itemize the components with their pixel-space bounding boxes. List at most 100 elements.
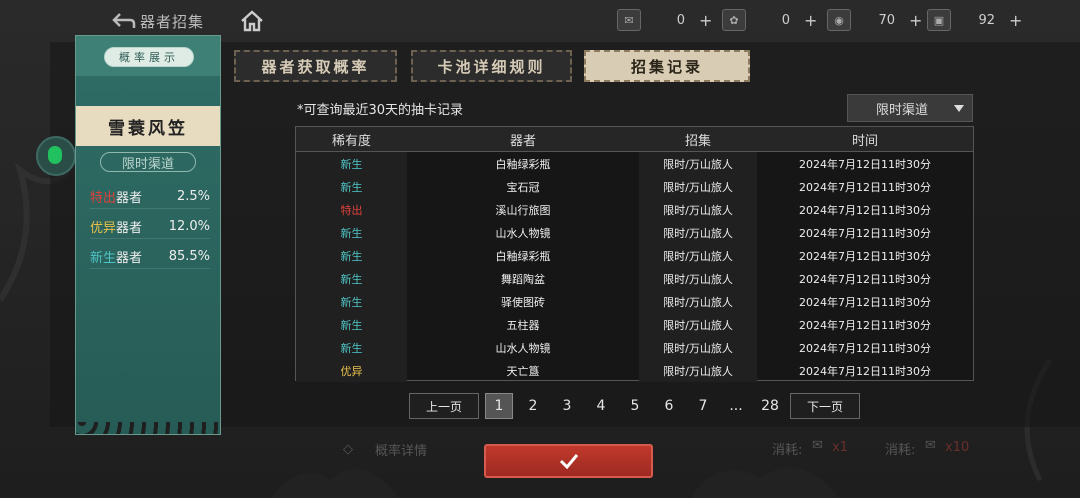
tab-probability[interactable]: 器者获取概率 [234, 50, 397, 82]
coin-icon: ✿ [722, 9, 746, 31]
cell-item: 驿使图砖 [501, 295, 545, 309]
page-1-button[interactable]: 1 [485, 393, 513, 419]
page-6-button[interactable]: 6 [656, 393, 682, 419]
back-arrow-icon [112, 13, 136, 28]
page-3-button[interactable]: 3 [554, 393, 580, 419]
cell-pool: 限时/万山旅人 [639, 221, 757, 244]
rate-row-mid: 优异 器者 12.0% [90, 214, 210, 239]
page-2-button[interactable]: 2 [520, 393, 546, 419]
rate-tier: 特出 [90, 190, 117, 206]
table-row: 新生 五柱器 限时/万山旅人 2024年7月12日11时30分 [296, 313, 973, 336]
rate-tier: 新生 [90, 250, 117, 266]
resource-token: ◉ 70 + [827, 9, 922, 31]
cell-time: 2024年7月12日11时30分 [799, 341, 931, 355]
cell-pool: 限时/万山旅人 [639, 359, 757, 382]
back-button[interactable]: 器者招集 [112, 9, 222, 33]
cell-pool: 限时/万山旅人 [639, 244, 757, 267]
table-row: 新生 白釉绿彩瓶 限时/万山旅人 2024年7月12日11时30分 [296, 244, 973, 267]
add-token-button[interactable]: + [909, 11, 922, 30]
cell-pool: 限时/万山旅人 [639, 152, 757, 175]
rate-row-top: 特出 器者 2.5% [90, 184, 210, 209]
cell-time: 2024年7月12日11时30分 [799, 364, 931, 378]
cell-time: 2024年7月12日11时30分 [799, 226, 931, 240]
add-coin-button[interactable]: + [804, 11, 817, 30]
table-header: 稀有度 器者 招集 时间 [296, 127, 973, 152]
resource-value: 70 [878, 12, 895, 28]
records-table: 稀有度 器者 招集 时间 新生 白釉绿彩瓶 限时/万山旅人 2024年7月12日11时… [295, 126, 974, 382]
table-body: 新生 白釉绿彩瓶 限时/万山旅人 2024年7月12日11时30分 新生 宝石冠 限时/万山… [296, 152, 973, 382]
page-4-button[interactable]: 4 [588, 393, 614, 419]
page-ellipsis: ... [729, 398, 743, 414]
cell-time: 2024年7月12日11时30分 [799, 249, 931, 263]
tab-records[interactable]: 招集记录 [584, 50, 750, 82]
cell-item: 山水人物镜 [495, 226, 551, 240]
cell-item: 天亡簋 [506, 364, 540, 378]
next-page-button[interactable]: 下一页 [790, 393, 860, 419]
rate-pct: 85.5% [168, 248, 210, 264]
table-row: 新生 白釉绿彩瓶 限时/万山旅人 2024年7月12日11时30分 [296, 152, 973, 175]
card-ticket-edge [76, 422, 220, 434]
pool-name: 雪蓑风笠 [76, 106, 220, 146]
cell-item: 白釉绿彩瓶 [495, 249, 551, 263]
table-row: 特出 溪山行旅图 限时/万山旅人 2024年7月12日11时30分 [296, 198, 973, 221]
top-bar: 器者招集 ✉ 0 + ✿ 0 + ◉ 70 + ▣ 92 + [0, 0, 1080, 40]
resource-value: 0 [676, 12, 685, 28]
rate-pct: 2.5% [176, 188, 210, 204]
page-28-button[interactable]: 28 [756, 393, 784, 419]
home-button[interactable] [240, 10, 264, 32]
prev-page-button[interactable]: 上一页 [409, 393, 479, 419]
cell-item: 白釉绿彩瓶 [495, 157, 551, 171]
cell-pool: 限时/万山旅人 [639, 198, 757, 221]
home-icon [241, 10, 263, 32]
ticket-icon-small: ✉ [812, 438, 823, 453]
channel-badge: 限时渠道 [100, 152, 196, 172]
cell-item: 五柱器 [506, 318, 540, 332]
cost-label-single: 消耗: [772, 443, 803, 458]
cost-count-single: x1 [832, 440, 848, 455]
cell-pool: 限时/万山旅人 [639, 313, 757, 336]
cell-item: 溪山行旅图 [495, 203, 551, 217]
add-ticket-button[interactable]: + [699, 11, 712, 30]
side-toggle-icon[interactable] [36, 136, 76, 176]
cell-pool: 限时/万山旅人 [639, 267, 757, 290]
scroll-icon: ▣ [927, 9, 951, 31]
page-5-button[interactable]: 5 [622, 393, 648, 419]
card-tag: 概率展示 [104, 47, 194, 67]
table-row: 新生 舞蹈陶盆 限时/万山旅人 2024年7月12日11时30分 [296, 267, 973, 290]
cell-item: 宝石冠 [506, 180, 540, 194]
table-row: 优异 天亡簋 限时/万山旅人 2024年7月12日11时30分 [296, 359, 973, 382]
header-time: 时间 [851, 133, 878, 149]
cost-count-multi: x10 [945, 440, 970, 455]
cell-rarity: 特出 [296, 198, 407, 221]
cell-rarity: 新生 [296, 221, 407, 244]
check-icon [559, 454, 578, 469]
cell-time: 2024年7月12日11时30分 [799, 157, 931, 171]
cell-rarity: 新生 [296, 290, 407, 313]
header-item: 器者 [509, 133, 536, 149]
ticket-icon-small-2: ✉ [925, 438, 936, 453]
table-row: 新生 驿使图砖 限时/万山旅人 2024年7月12日11时30分 [296, 290, 973, 313]
rate-suffix: 器者 [116, 190, 143, 206]
back-label: 器者招集 [140, 12, 205, 31]
page-7-button[interactable]: 7 [690, 393, 716, 419]
rate-row-low: 新生 器者 85.5% [90, 244, 210, 269]
cell-time: 2024年7月12日11时30分 [799, 203, 931, 217]
cell-rarity: 新生 [296, 244, 407, 267]
cell-rarity: 优异 [296, 359, 407, 382]
cell-item: 舞蹈陶盆 [501, 272, 545, 286]
probability-detail-link[interactable]: 概率详情 [375, 440, 427, 459]
records-note: *可查询最近30天的抽卡记录 [297, 103, 464, 118]
tab-pool-rules[interactable]: 卡池详细规则 [411, 50, 572, 82]
warning-icon: ◇ [343, 441, 353, 457]
table-row: 新生 山水人物镜 限时/万山旅人 2024年7月12日11时30分 [296, 336, 973, 359]
cell-rarity: 新生 [296, 175, 407, 198]
resource-value: 0 [781, 12, 790, 28]
cell-time: 2024年7月12日11时30分 [799, 318, 931, 332]
resource-ticket: ✉ 0 + [617, 9, 712, 31]
channel-filter-dropdown[interactable]: 限时渠道 [847, 94, 973, 122]
confirm-button[interactable] [484, 444, 653, 478]
card-header: 概率展示 [76, 36, 220, 76]
cell-rarity: 新生 [296, 336, 407, 359]
add-scroll-button[interactable]: + [1009, 11, 1022, 30]
resource-scroll: ▣ 92 + [927, 9, 1022, 31]
